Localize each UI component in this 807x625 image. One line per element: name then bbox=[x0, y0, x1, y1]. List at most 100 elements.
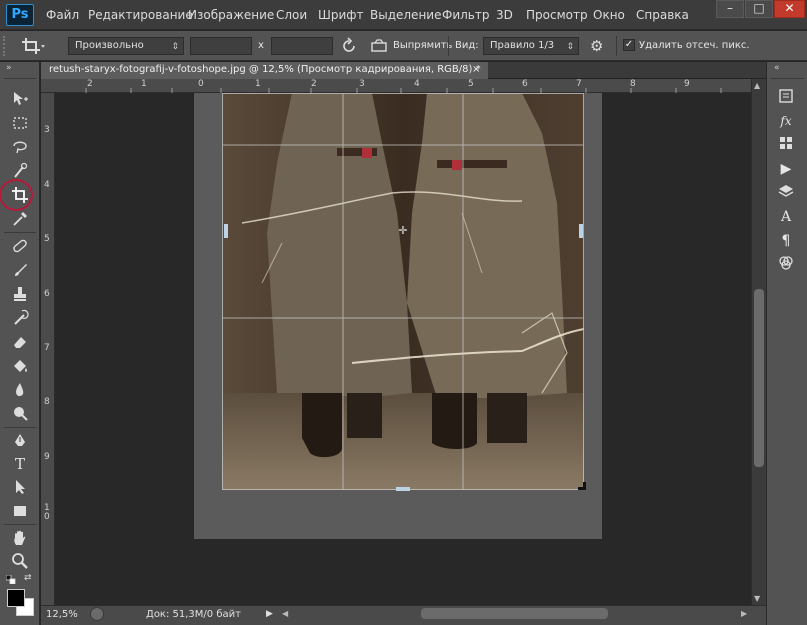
channels-panel-icon[interactable] bbox=[774, 254, 798, 276]
crop-handle-right[interactable] bbox=[579, 224, 583, 238]
menu-type[interactable]: Шрифт bbox=[318, 8, 364, 22]
history-panel-icon[interactable] bbox=[774, 87, 798, 109]
adjustments-fx-icon[interactable]: fx bbox=[774, 110, 798, 132]
crop-center-marker-icon: ✛ bbox=[398, 224, 408, 237]
options-grip bbox=[3, 36, 11, 56]
zoom-tool-icon[interactable] bbox=[7, 550, 33, 572]
overlay-view-value: Правило 1/3 bbox=[490, 40, 555, 51]
menu-window[interactable]: Окно bbox=[593, 8, 625, 22]
scroll-down-arrow-icon[interactable]: ▼ bbox=[754, 594, 760, 603]
dodge-tool-icon[interactable] bbox=[7, 403, 33, 425]
straighten-label[interactable]: Выпрямить bbox=[393, 40, 452, 51]
chevron-updown-icon: ⇕ bbox=[566, 42, 574, 52]
menu-layers[interactable]: Слои bbox=[276, 8, 307, 22]
restore-button[interactable]: □ bbox=[745, 0, 773, 18]
share-export-icon[interactable] bbox=[90, 607, 104, 621]
status-menu-arrow-icon[interactable]: ▶ bbox=[266, 609, 273, 619]
actions-play-icon[interactable]: ▶ bbox=[774, 158, 798, 180]
document-size-info: Док: 51,3M/0 байт bbox=[146, 609, 241, 620]
document-tab[interactable]: retush-staryx-fotografij-v-fotoshope.jpg… bbox=[41, 62, 488, 79]
ruler-left[interactable]: 3 4 5 6 7 8 9 1 0 bbox=[41, 93, 55, 605]
settings-gear-icon[interactable]: ⚙ bbox=[590, 37, 612, 55]
eyedropper-tool-icon[interactable] bbox=[7, 208, 33, 230]
properties-panel-icon[interactable] bbox=[774, 134, 798, 156]
marquee-tool-icon[interactable] bbox=[7, 112, 33, 134]
ruler-top-label: 3 bbox=[359, 79, 365, 89]
menu-3d[interactable]: 3D bbox=[496, 8, 513, 22]
vertical-scroll-thumb[interactable] bbox=[754, 289, 764, 467]
character-panel-icon[interactable]: A bbox=[774, 206, 798, 228]
width-field[interactable] bbox=[190, 37, 252, 55]
menu-help[interactable]: Справка bbox=[636, 8, 689, 22]
crop-handle-bottom[interactable] bbox=[396, 487, 410, 491]
menu-select[interactable]: Выделение bbox=[370, 8, 441, 22]
crop-handle-corner[interactable] bbox=[578, 482, 586, 490]
delete-cropped-checkbox[interactable]: ✓ bbox=[623, 39, 635, 51]
default-colors-icon[interactable] bbox=[5, 574, 16, 585]
menu-file[interactable]: Файл bbox=[46, 8, 79, 22]
layers-panel-icon[interactable] bbox=[774, 182, 798, 204]
ruler-left-label: 9 bbox=[44, 452, 50, 462]
scroll-right-arrow-icon[interactable]: ▶ bbox=[741, 609, 747, 618]
healing-brush-tool-icon[interactable] bbox=[7, 235, 33, 257]
photo-image[interactable] bbox=[222, 93, 584, 490]
horizontal-scroll-thumb[interactable] bbox=[421, 608, 608, 619]
path-selection-tool-icon[interactable] bbox=[7, 476, 33, 498]
paint-bucket-tool-icon[interactable] bbox=[7, 355, 33, 377]
view-label: Вид: bbox=[455, 40, 479, 51]
ruler-left-label: 4 bbox=[44, 180, 50, 190]
ruler-left-label: 3 bbox=[44, 125, 50, 135]
crop-preset-icon[interactable] bbox=[20, 36, 46, 56]
ruler-top-label: 4 bbox=[414, 79, 420, 89]
ruler-top-label: 1 bbox=[141, 79, 147, 89]
foreground-color-swatch[interactable] bbox=[7, 589, 25, 607]
ruler-top-label: 7 bbox=[576, 79, 582, 89]
close-tab-icon[interactable]: × bbox=[472, 64, 480, 75]
menu-view[interactable]: Просмотр bbox=[526, 8, 588, 22]
overlay-view-select[interactable]: Правило 1/3 ⇕ bbox=[483, 37, 579, 55]
menu-filter[interactable]: Фильтр bbox=[442, 8, 489, 22]
ruler-top-label: 6 bbox=[522, 79, 528, 89]
close-window-button[interactable]: ✕ bbox=[774, 0, 805, 18]
hand-tool-icon[interactable] bbox=[7, 527, 33, 549]
ruler-top[interactable]: 2 1 0 1 2 3 4 5 6 7 8 9 bbox=[41, 79, 751, 93]
move-tool-icon[interactable] bbox=[7, 88, 33, 110]
ruler-top-label: 8 bbox=[630, 79, 636, 89]
minimize-button[interactable]: – bbox=[716, 0, 744, 18]
ruler-top-label: 0 bbox=[198, 79, 204, 89]
ruler-top-label: 5 bbox=[468, 79, 474, 89]
photoshop-logo: Ps bbox=[6, 4, 34, 26]
history-brush-tool-icon[interactable] bbox=[7, 307, 33, 329]
ruler-top-label: 2 bbox=[311, 79, 317, 89]
blur-tool-icon[interactable] bbox=[7, 379, 33, 401]
ruler-top-label: 9 bbox=[684, 79, 690, 89]
collapse-toolbar-icon[interactable]: » bbox=[6, 63, 12, 73]
clear-refresh-icon[interactable] bbox=[340, 37, 358, 55]
delete-cropped-label[interactable]: Удалить отсеч. пикс. bbox=[639, 40, 750, 51]
zoom-level[interactable]: 12,5% bbox=[46, 609, 78, 620]
straighten-icon[interactable] bbox=[370, 38, 388, 54]
crop-handle-left[interactable] bbox=[224, 224, 228, 238]
ruler-top-label: 1 bbox=[255, 79, 261, 89]
height-field[interactable] bbox=[271, 37, 333, 55]
eraser-tool-icon[interactable] bbox=[7, 331, 33, 353]
paragraph-panel-icon[interactable]: ¶ bbox=[774, 230, 798, 252]
expand-panels-icon[interactable]: « bbox=[774, 63, 780, 73]
text-tool-icon[interactable]: T bbox=[7, 453, 33, 475]
brush-tool-icon[interactable] bbox=[7, 259, 33, 281]
lasso-tool-icon[interactable] bbox=[7, 136, 33, 158]
ruler-left-label: 8 bbox=[44, 397, 50, 407]
scroll-left-arrow-icon[interactable]: ◀ bbox=[282, 609, 288, 618]
ruler-left-label: 7 bbox=[44, 343, 50, 353]
rectangle-shape-tool-icon[interactable] bbox=[7, 500, 33, 522]
menu-edit[interactable]: Редактирование bbox=[88, 8, 193, 22]
ruler-left-label: 6 bbox=[44, 289, 50, 299]
menu-image[interactable]: Изображение bbox=[188, 8, 274, 22]
pen-tool-icon[interactable] bbox=[7, 430, 33, 452]
crop-tool-highlight-circle bbox=[0, 179, 33, 211]
chevron-updown-icon: ⇕ bbox=[171, 42, 179, 52]
ratio-select[interactable]: Произвольно ⇕ bbox=[68, 37, 184, 55]
scroll-up-arrow-icon[interactable]: ▲ bbox=[754, 81, 760, 90]
clone-stamp-tool-icon[interactable] bbox=[7, 283, 33, 305]
swap-colors-icon[interactable]: ⇄ bbox=[24, 574, 34, 583]
